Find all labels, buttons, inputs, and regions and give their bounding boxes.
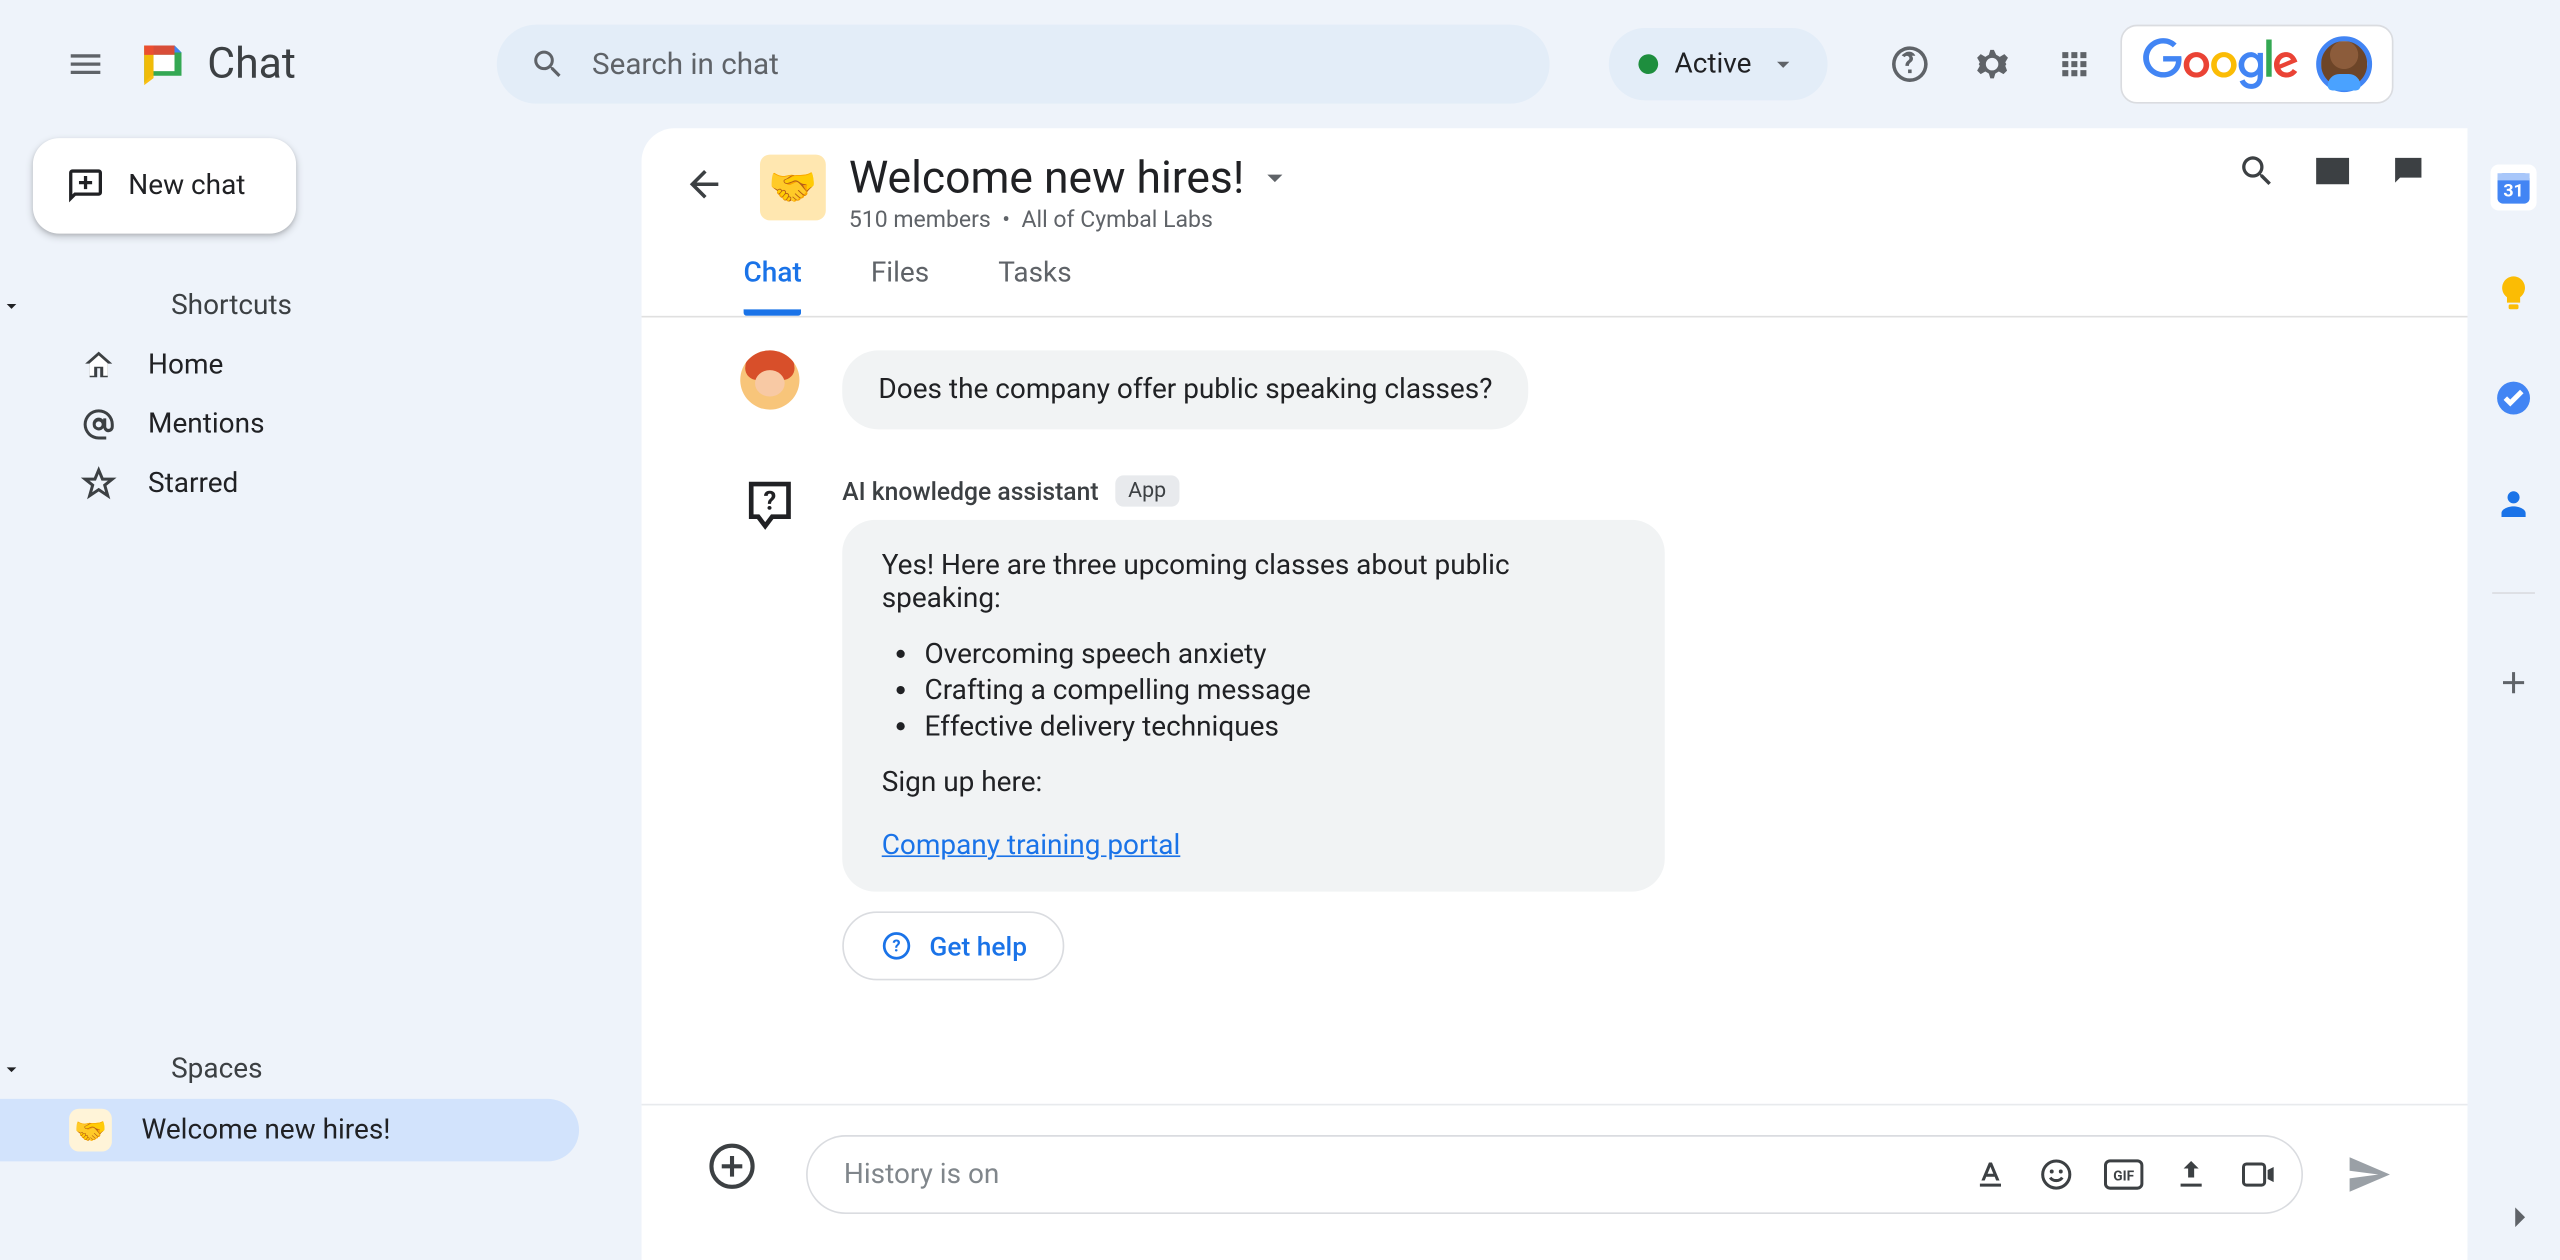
plus-circle-icon — [707, 1142, 756, 1191]
home-icon — [81, 347, 117, 383]
format-text-icon[interactable] — [1972, 1156, 2008, 1192]
list-item: Overcoming speech anxiety — [924, 638, 1625, 671]
add-attachment-button[interactable] — [707, 1142, 773, 1208]
user-avatar[interactable] — [2316, 36, 2372, 92]
nav-home[interactable]: Home — [0, 336, 642, 395]
compose-placeholder: History is on — [844, 1158, 999, 1191]
conversation-emoji-icon: 🤝 — [760, 155, 826, 221]
chevron-down-icon[interactable] — [1257, 160, 1293, 196]
account-area[interactable] — [2120, 25, 2393, 104]
arrow-left-icon — [683, 163, 726, 206]
rail-divider — [2492, 592, 2535, 594]
apps-button[interactable] — [2038, 28, 2110, 100]
upload-icon[interactable] — [2173, 1156, 2209, 1192]
shortcuts-header[interactable]: Shortcuts — [0, 276, 642, 335]
send-icon — [2346, 1152, 2392, 1198]
emoji-icon[interactable] — [2038, 1156, 2074, 1192]
help-icon — [1888, 43, 1931, 86]
list-item: Crafting a compelling message — [924, 674, 1625, 707]
svg-text:?: ? — [763, 487, 776, 517]
rail-contacts[interactable] — [2491, 480, 2537, 526]
get-help-button[interactable]: ? Get help — [842, 911, 1065, 980]
new-chat-icon — [66, 166, 105, 205]
video-call-icon[interactable] — [2239, 1156, 2278, 1192]
chevron-down-icon — [1768, 49, 1798, 79]
user-avatar-icon — [740, 350, 799, 409]
hamburger-icon — [66, 44, 105, 83]
new-chat-label: New chat — [128, 169, 245, 202]
list-item: Effective delivery techniques — [924, 711, 1625, 744]
conversation-subtitle: 510 members • All of Cymbal Labs — [849, 207, 1294, 233]
gear-icon — [1970, 43, 2013, 86]
status-label: Active — [1674, 48, 1751, 81]
chat-logo-icon — [135, 36, 191, 92]
present-icon — [2313, 151, 2352, 190]
apps-grid-icon — [2056, 46, 2092, 82]
svg-text:GIF: GIF — [2113, 1169, 2134, 1185]
thread-panel-button[interactable] — [2389, 151, 2428, 190]
space-welcome-new-hires[interactable]: 🤝 Welcome new hires! — [0, 1099, 579, 1162]
status-selector[interactable]: Active — [1609, 28, 1828, 100]
status-active-dot-icon — [1638, 54, 1658, 74]
keep-icon — [2494, 273, 2533, 312]
help-circle-icon: ? — [880, 929, 913, 962]
tab-tasks[interactable]: Tasks — [998, 257, 1071, 316]
gif-icon[interactable]: GIF — [2104, 1158, 2143, 1191]
new-chat-button[interactable]: New chat — [33, 138, 296, 233]
app-name: Chat — [207, 39, 296, 88]
search-icon — [530, 46, 566, 82]
tab-chat[interactable]: Chat — [744, 257, 802, 316]
search-placeholder: Search in chat — [592, 47, 779, 82]
chat-lines-icon — [2389, 151, 2428, 190]
app-chip: App — [1115, 475, 1179, 506]
question-bubble-icon: ? — [742, 477, 798, 533]
send-button[interactable] — [2336, 1142, 2402, 1208]
main-menu-button[interactable] — [46, 25, 125, 104]
compose-input[interactable]: History is on GIF — [806, 1135, 2303, 1214]
conversation-search-button[interactable] — [2237, 151, 2276, 190]
bot-message: Yes! Here are three upcoming classes abo… — [842, 520, 1665, 892]
person-icon — [2495, 485, 2531, 521]
nav-mentions[interactable]: Mentions — [0, 395, 642, 454]
search-icon — [2237, 151, 2276, 190]
settings-button[interactable] — [1955, 28, 2027, 100]
tasks-icon — [2494, 378, 2533, 417]
present-button[interactable] — [2313, 151, 2352, 190]
app-logo[interactable]: Chat — [135, 36, 296, 92]
spaces-header[interactable]: Spaces — [0, 1040, 642, 1099]
rail-keep[interactable] — [2491, 270, 2537, 316]
rail-calendar[interactable]: 31 — [2491, 165, 2537, 211]
rail-add[interactable] — [2491, 660, 2537, 706]
svg-text:?: ? — [892, 937, 900, 956]
rail-tasks[interactable] — [2491, 375, 2537, 421]
bot-avatar: ? — [740, 475, 799, 534]
search-input[interactable]: Search in chat — [497, 25, 1550, 104]
svg-text:31: 31 — [2503, 180, 2523, 201]
caret-down-icon — [0, 1058, 23, 1081]
back-button[interactable] — [671, 151, 737, 217]
at-icon — [81, 406, 117, 442]
training-portal-link[interactable]: Company training portal — [882, 829, 1181, 862]
help-button[interactable] — [1873, 28, 1945, 100]
caret-down-icon — [0, 294, 23, 317]
calendar-icon: 31 — [2492, 166, 2535, 209]
plus-icon — [2495, 665, 2531, 701]
star-icon — [81, 466, 117, 502]
google-wordmark — [2141, 38, 2299, 91]
chevron-right-icon — [2500, 1198, 2539, 1237]
conversation-title: Welcome new hires! — [849, 151, 1244, 204]
nav-starred[interactable]: Starred — [0, 454, 642, 513]
tab-files[interactable]: Files — [871, 257, 929, 316]
handshake-emoji-icon: 🤝 — [69, 1109, 112, 1152]
user-message: Does the company offer public speaking c… — [842, 350, 1528, 429]
bot-name: AI knowledge assistant — [842, 476, 1098, 506]
side-panel-toggle[interactable] — [2500, 1198, 2539, 1237]
